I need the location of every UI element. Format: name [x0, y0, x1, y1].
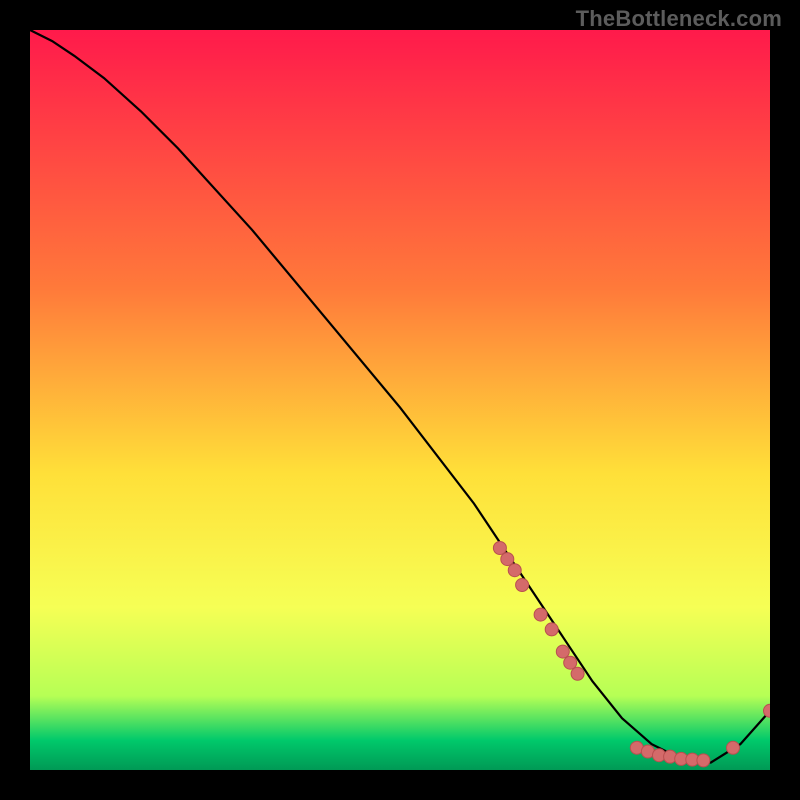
- data-marker: [501, 553, 514, 566]
- chart-svg: [30, 30, 770, 770]
- gradient-background: [30, 30, 770, 770]
- data-marker: [697, 754, 710, 767]
- data-marker: [508, 564, 521, 577]
- watermark-text: TheBottleneck.com: [576, 6, 782, 32]
- data-marker: [564, 656, 577, 669]
- plot-area: [30, 30, 770, 770]
- data-marker: [556, 645, 569, 658]
- data-marker: [493, 542, 506, 555]
- data-marker: [571, 667, 584, 680]
- data-marker: [727, 741, 740, 754]
- chart-stage: TheBottleneck.com: [0, 0, 800, 800]
- data-marker: [516, 579, 529, 592]
- data-marker: [534, 608, 547, 621]
- data-marker: [545, 623, 558, 636]
